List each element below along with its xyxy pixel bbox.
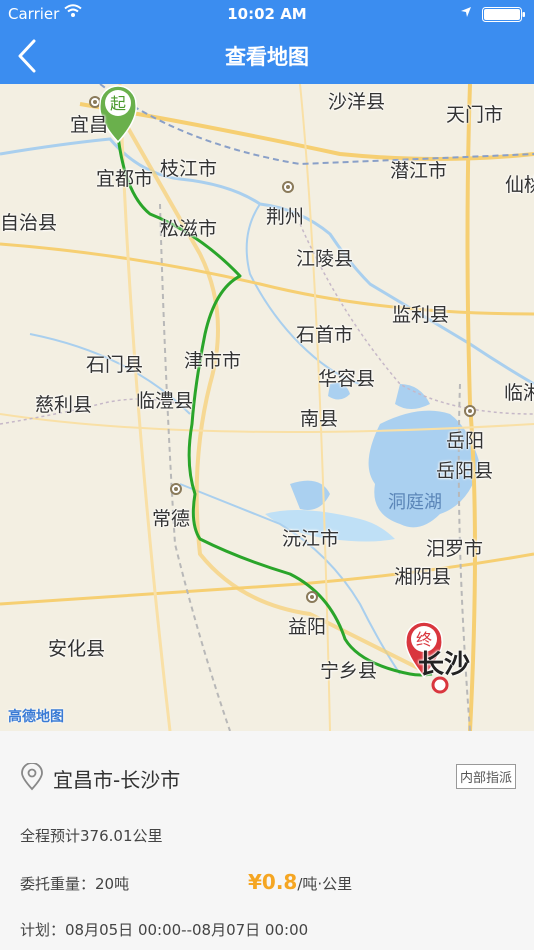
place-label: 江陵县: [296, 248, 354, 270]
lake-label: 洞庭湖: [388, 492, 442, 513]
place-label: 松滋市: [160, 218, 218, 240]
map-view[interactable]: 起 终 宜昌 宜都市 枝江市 沙洋县 天门市 潜江市 仙桃 自治县 松滋市 荆州…: [0, 84, 534, 731]
nav-bar: 查看地图: [0, 28, 534, 84]
price-value: 0.8: [261, 870, 298, 894]
place-label: 岳阳: [446, 430, 485, 452]
place-label: 益阳: [288, 616, 327, 638]
battery-icon: [482, 7, 525, 22]
place-label: 沅江市: [282, 528, 340, 550]
page-title: 查看地图: [225, 45, 309, 69]
place-label: 湘阴县: [394, 566, 452, 588]
distance-text: 全程预计376.01公里: [20, 827, 163, 845]
location-arrow-icon: [461, 7, 471, 17]
place-label: 沙洋县: [328, 91, 386, 113]
start-marker-label: 起: [110, 94, 126, 113]
place-label: 宜昌: [70, 114, 109, 136]
weight-text: 委托重量：20吨: [20, 875, 130, 893]
place-label: 岳阳县: [436, 460, 494, 482]
place-label: 潜江市: [390, 160, 448, 182]
place-label: 长沙: [418, 650, 471, 680]
place-label: 自治县: [0, 212, 58, 234]
place-label: 仙桃: [505, 174, 534, 196]
price-unit: /吨·公里: [297, 875, 353, 893]
schedule-text: 计划：08月05日 00:00--08月07日 00:00: [20, 921, 309, 939]
place-label: 安化县: [48, 638, 106, 660]
place-label: 宜都市: [96, 168, 154, 190]
place-label: 监利县: [392, 304, 450, 326]
place-label: 宁乡县: [320, 660, 378, 682]
place-label: 临湘: [504, 382, 534, 404]
price-symbol: ¥: [248, 870, 262, 894]
order-info-panel: 宜昌市-长沙市 内部指派 全程预计376.01公里 委托重量：20吨 ¥0.8/…: [0, 731, 534, 950]
place-label: 慈利县: [35, 394, 93, 416]
place-label: 临澧县: [136, 390, 194, 412]
status-bar: Carrier 10:02 AM: [0, 0, 534, 28]
unit-price: ¥0.8/吨·公里: [248, 870, 352, 894]
assignment-badge: 内部指派: [455, 764, 516, 789]
map-provider-logo: 高德地图: [8, 709, 64, 725]
place-label: 南县: [300, 408, 339, 430]
place-label: 石门县: [86, 354, 144, 376]
clock: 10:02 AM: [227, 5, 307, 23]
place-label: 石首市: [296, 324, 354, 346]
place-label: 枝江市: [160, 158, 218, 180]
place-label: 华容县: [318, 368, 376, 390]
location-pin-icon: [21, 763, 43, 791]
route-text: 宜昌市-长沙市: [53, 768, 181, 792]
place-label: 天门市: [446, 104, 504, 126]
place-label: 汨罗市: [426, 538, 484, 560]
place-label: 津市市: [184, 350, 242, 372]
place-label: 荆州: [266, 206, 305, 228]
place-label: 常德: [152, 508, 191, 530]
